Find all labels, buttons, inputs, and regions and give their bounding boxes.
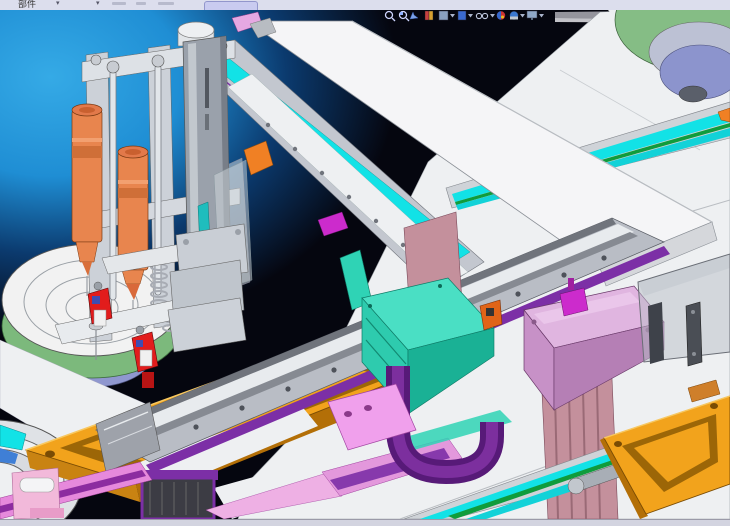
actuator-label	[205, 68, 209, 108]
ribbon-clipped-button	[112, 2, 126, 5]
solidworks-window: 部件 ▾ ▾ 工具 办公室产品	[0, 0, 730, 526]
status-bar	[0, 519, 730, 526]
edit-appearance-icon[interactable]	[497, 11, 505, 19]
section-view-icon[interactable]	[425, 11, 433, 20]
ribbon-group-label: 部件	[18, 0, 36, 10]
tray-support-pink[interactable]	[12, 468, 64, 519]
ribbon-clipped-button	[158, 2, 174, 5]
viewport-3d[interactable]	[0, 10, 730, 519]
ribbon-dropdown-caret[interactable]: ▾	[96, 0, 100, 7]
ribbon-dropdown-caret[interactable]: ▾	[56, 0, 60, 7]
ribbon-clipped-button	[136, 2, 146, 5]
